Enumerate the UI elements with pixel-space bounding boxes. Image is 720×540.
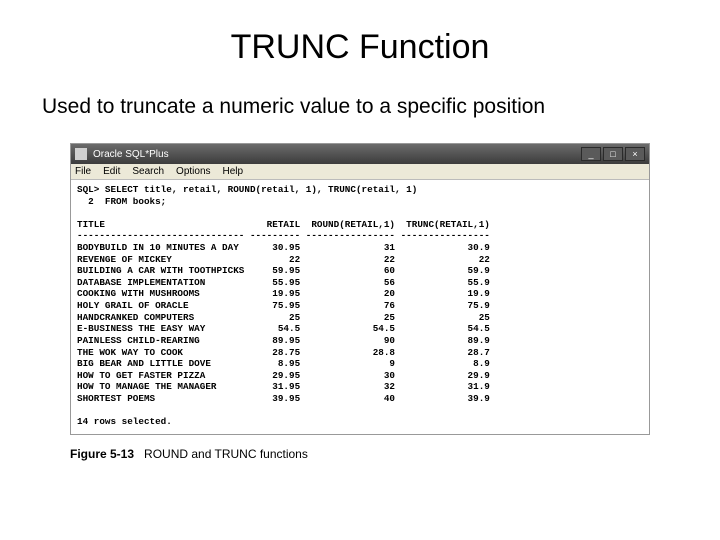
menu-options[interactable]: Options [176,166,210,177]
window-title: Oracle SQL*Plus [93,149,169,160]
minimize-button[interactable]: _ [581,147,601,161]
menu-edit[interactable]: Edit [103,166,120,177]
figure-text: ROUND and TRUNC functions [144,447,308,461]
slide-description: Used to truncate a numeric value to a sp… [42,95,720,119]
maximize-button[interactable]: □ [603,147,623,161]
menu-help[interactable]: Help [223,166,244,177]
app-icon [75,148,87,160]
menu-search[interactable]: Search [132,166,164,177]
terminal-output: SQL> SELECT title, retail, ROUND(retail,… [71,180,649,434]
slide-title: TRUNC Function [0,28,720,67]
figure-number: Figure 5-13 [70,447,134,461]
menu-file[interactable]: File [75,166,91,177]
titlebar: Oracle SQL*Plus _ □ × [71,144,649,164]
menubar: File Edit Search Options Help [71,164,649,180]
figure-caption: Figure 5-13 ROUND and TRUNC functions [70,447,720,461]
close-button[interactable]: × [625,147,645,161]
sqlplus-window: Oracle SQL*Plus _ □ × File Edit Search O… [70,143,650,435]
